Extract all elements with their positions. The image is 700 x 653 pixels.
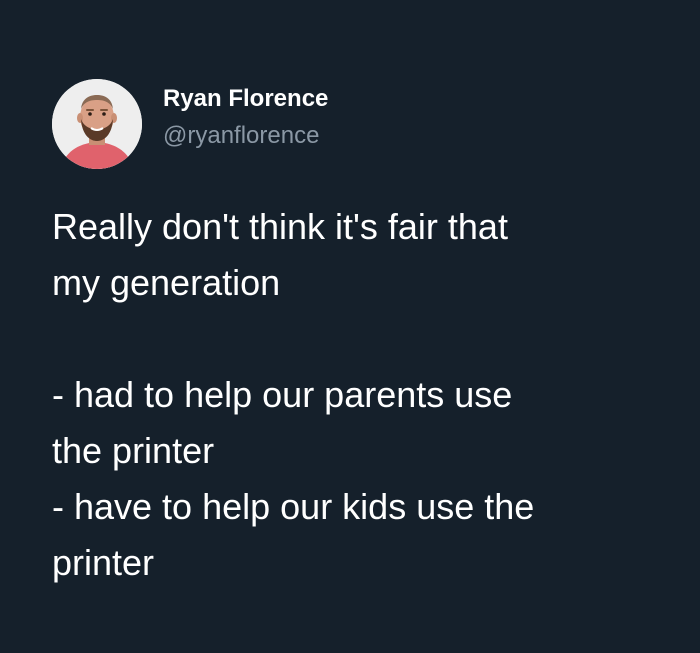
tweet-line: - have to help our kids use the (52, 486, 535, 527)
tweet-line: my generation (52, 262, 281, 303)
display-name[interactable]: Ryan Florence (163, 84, 328, 114)
tweet-card: Ryan Florence @ryanflorence Really don't… (0, 0, 700, 653)
user-handle[interactable]: @ryanflorence (163, 121, 328, 151)
profile-photo-icon (52, 79, 142, 169)
tweet-text: Really don't think it's fair that my gen… (52, 199, 672, 591)
avatar[interactable] (52, 79, 142, 169)
tweet-line: - had to help our parents use (52, 374, 513, 415)
tweet-header: Ryan Florence @ryanflorence (52, 79, 328, 169)
tweet-line: printer (52, 542, 155, 583)
tweet-line: Really don't think it's fair that (52, 206, 508, 247)
tweet-line: the printer (52, 430, 215, 471)
author-identity: Ryan Florence @ryanflorence (163, 84, 328, 151)
